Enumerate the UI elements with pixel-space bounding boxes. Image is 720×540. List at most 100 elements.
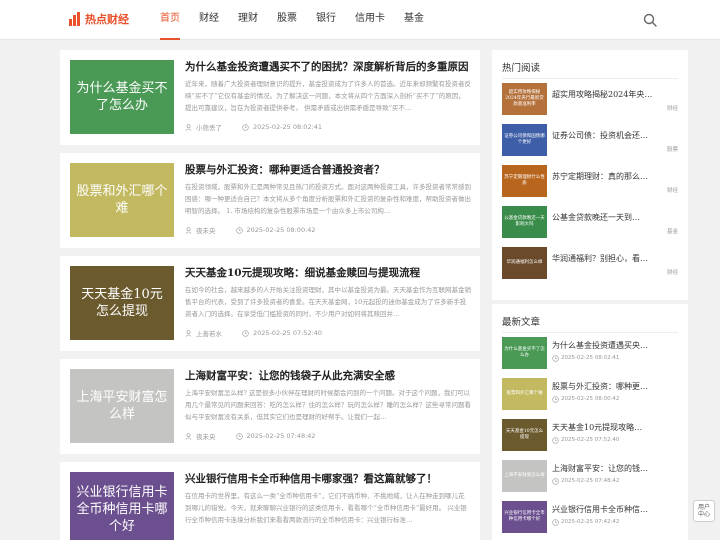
article-author[interactable]: 夜未央	[196, 431, 216, 441]
latest-article-thumbnail[interactable]: 上海平安财富怎么样	[502, 460, 547, 492]
latest-article-title[interactable]: 上海财富平安：让您的钱…	[552, 463, 678, 474]
article-author[interactable]: 上善若水	[196, 328, 222, 338]
date-text: 2025-02-25 07:42:42	[561, 519, 620, 525]
widget-title: 热门阅读	[502, 63, 541, 74]
article-title[interactable]: 兴业银行信用卡全币种信用卡哪家强？看这篇就够了！	[185, 471, 437, 486]
nav-item[interactable]: 财经	[199, 0, 219, 40]
latest-article-date: 2025-02-25 07:48:42	[552, 478, 620, 485]
hot-article-title[interactable]: 证券公司债：投资机会还…	[552, 130, 678, 141]
widget-title: 最新文章	[502, 317, 541, 328]
article-thumbnail[interactable]: 为什么基金买不了怎么办	[70, 60, 174, 134]
latest-article-thumbnail[interactable]: 股票和外汇哪个难	[502, 378, 547, 410]
user-icon	[185, 329, 192, 337]
nav-item[interactable]: 银行	[316, 0, 336, 40]
clock-icon	[552, 519, 559, 526]
user-icon	[185, 123, 192, 131]
latest-article-item[interactable]: 为什么基金买不了怎么办 为什么基金投资遭遇买央… 2025-02-25 08:02:…	[502, 337, 678, 369]
latest-article-title[interactable]: 兴业银行信用卡全币种信…	[552, 504, 678, 515]
date-text: 2025-02-25 07:52:40	[561, 437, 620, 443]
clock-icon	[235, 432, 243, 440]
article-excerpt: 在信用卡的世界里，有这么一类“全币种信用卡”，它们不挑币种、不挑地域，让人在种走…	[185, 492, 467, 524]
latest-article-thumbnail[interactable]: 天天基金10元怎么提现	[502, 419, 547, 451]
article-author[interactable]: 小熊丢了	[196, 122, 222, 132]
latest-article-title[interactable]: 股票与外汇投资：哪种更…	[552, 381, 678, 392]
latest-article-title[interactable]: 为什么基金投资遭遇买央…	[552, 340, 678, 351]
hot-article-category[interactable]: 基金	[667, 227, 678, 235]
clock-icon	[552, 437, 559, 444]
latest-article-date: 2025-02-25 08:00:42	[552, 396, 620, 403]
latest-article-date: 2025-02-25 07:52:40	[552, 437, 620, 444]
latest-article-item[interactable]: 天天基金10元怎么提现 天天基金10元提现攻略… 2025-02-25 07:52:…	[502, 419, 678, 451]
main-nav: 首页 财经 理财 股票 银行 信用卡 基金	[160, 0, 443, 40]
article-title[interactable]: 天天基金10元提现攻略：细说基金赎回与提现流程	[185, 265, 420, 280]
article-card[interactable]: 为什么基金买不了怎么办 为什么基金投资遭遇买不了的困扰？深度解析背后的多重原因 近年…	[60, 50, 480, 145]
article-date: 2025-02-25 07:48:42	[246, 432, 316, 440]
hot-article-title[interactable]: 超实用攻略揭秘2024年央…	[552, 89, 678, 100]
hot-article-item[interactable]: 苏宁定期理财什么性质 苏宁定期理财：真的那么… 财经	[502, 165, 678, 197]
article-card[interactable]: 兴业银行信用卡 全币种信用卡哪个好 兴业银行信用卡全币种信用卡哪家强？看这篇就够了…	[60, 462, 480, 540]
hot-article-category[interactable]: 股票	[667, 145, 678, 153]
article-title[interactable]: 为什么基金投资遭遇买不了的困扰？深度解析背后的多重原因	[185, 59, 469, 74]
hot-article-item[interactable]: 超实用攻略揭秘2024年央行最新贷款基准利率 超实用攻略揭秘2024年央… 财经	[502, 83, 678, 115]
latest-article-item[interactable]: 兴业银行信用卡全币种信用卡哪个好 兴业银行信用卡全币种信… 2025-02-25 0…	[502, 501, 678, 533]
hot-reading-widget: 热门阅读 超实用攻略揭秘2024年央行最新贷款基准利率 超实用攻略揭秘2024年央…	[492, 50, 688, 300]
article-meta: 小熊丢了 2025-02-25 08:02:41	[185, 122, 322, 132]
article-author[interactable]: 夜未央	[196, 225, 216, 235]
hot-article-title[interactable]: 公基金贷款晚还一天到…	[552, 212, 678, 223]
latest-article-item[interactable]: 股票和外汇哪个难 股票与外汇投资：哪种更… 2025-02-25 08:00:42	[502, 378, 678, 410]
hot-article-item[interactable]: 公基金贷款晚还一天影响大吗 公基金贷款晚还一天到… 基金	[502, 206, 678, 238]
latest-articles-widget: 最新文章 为什么基金买不了怎么办 为什么基金投资遭遇买央… 2025-02-25 0…	[492, 304, 688, 540]
hot-article-category[interactable]: 财经	[667, 104, 678, 112]
hot-article-category[interactable]: 财经	[667, 186, 678, 194]
article-title[interactable]: 股票与外汇投资：哪种更适合普通投资者？	[185, 162, 385, 177]
article-thumbnail[interactable]: 股票和外汇哪个难	[70, 163, 174, 237]
article-date: 2025-02-25 08:02:41	[253, 123, 323, 131]
clock-icon	[235, 226, 243, 234]
date-text: 2025-02-25 08:02:41	[561, 355, 620, 361]
site-logo[interactable]: 热点财经	[69, 11, 129, 27]
latest-article-date: 2025-02-25 08:02:41	[552, 355, 620, 362]
article-meta: 夜未央 2025-02-25 08:00:42	[185, 225, 316, 235]
hot-article-item[interactable]: 证券公司债和国债哪个更好 证券公司债：投资机会还… 股票	[502, 124, 678, 156]
article-thumbnail[interactable]: 兴业银行信用卡 全币种信用卡哪个好	[70, 472, 174, 540]
article-thumbnail[interactable]: 上海平安财富怎么样	[70, 369, 174, 443]
date-text: 2025-02-25 08:00:42	[561, 396, 620, 402]
latest-article-title[interactable]: 天天基金10元提现攻略…	[552, 422, 678, 433]
nav-item[interactable]: 理财	[238, 0, 258, 40]
article-excerpt: 上海平安财富怎么样? 这是很多小伙伴在理财的时候都会问到的一个问题。对于这个问题…	[185, 389, 471, 421]
hot-article-category[interactable]: 财经	[667, 268, 678, 276]
nav-item[interactable]: 股票	[277, 0, 297, 40]
latest-article-thumbnail[interactable]: 兴业银行信用卡全币种信用卡哪个好	[502, 501, 547, 533]
nav-item[interactable]: 基金	[404, 0, 424, 40]
clock-icon	[552, 396, 559, 403]
article-thumbnail[interactable]: 天天基金10元怎么提现	[70, 266, 174, 340]
hot-article-thumbnail[interactable]: 苏宁定期理财什么性质	[502, 165, 547, 197]
clock-icon	[242, 123, 249, 131]
hot-article-item[interactable]: 华润通福利怎么样 华润通福利？别担心，看… 财经	[502, 247, 678, 279]
hot-article-title[interactable]: 苏宁定期理财：真的那么…	[552, 171, 678, 182]
nav-item[interactable]: 信用卡	[355, 0, 385, 40]
nav-item[interactable]: 首页	[160, 0, 180, 40]
article-excerpt: 在如今的社会，越来越多的人开始关注投资理财，其中以基金投资为最。天天基金作为互联…	[185, 286, 471, 318]
hot-article-thumbnail[interactable]: 证券公司债和国债哪个更好	[502, 124, 547, 156]
latest-article-thumbnail[interactable]: 为什么基金买不了怎么办	[502, 337, 547, 369]
article-card[interactable]: 天天基金10元怎么提现 天天基金10元提现攻略：细说基金赎回与提现流程在如今的社会…	[60, 256, 480, 351]
hot-article-thumbnail[interactable]: 公基金贷款晚还一天影响大吗	[502, 206, 547, 238]
article-date: 2025-02-25 07:52:40	[253, 329, 323, 337]
article-card[interactable]: 股票和外汇哪个难 股票与外汇投资：哪种更适合普通投资者？ 在投资领域，股票和外汇是两…	[60, 153, 480, 248]
date-text: 2025-02-25 07:48:42	[561, 478, 620, 484]
logo-text: 热点财经	[85, 13, 129, 26]
user-center-button[interactable]: 用户 中心	[693, 500, 715, 522]
clock-icon	[242, 329, 249, 337]
article-title[interactable]: 上海财富平安：让您的钱袋子从此充满安全感	[185, 368, 395, 383]
hot-article-thumbnail[interactable]: 超实用攻略揭秘2024年央行最新贷款基准利率	[502, 83, 547, 115]
user-icon	[185, 432, 192, 440]
latest-article-item[interactable]: 上海平安财富怎么样 上海财富平安：让您的钱… 2025-02-25 07:48:42	[502, 460, 678, 492]
article-excerpt: 在投资领域，股票和外汇是两种常见且热门的投资方式。面对这两种投资工具，许多投资者…	[185, 183, 471, 215]
hot-article-thumbnail[interactable]: 华润通福利怎么样	[502, 247, 547, 279]
article-date: 2025-02-25 08:00:42	[246, 226, 316, 234]
search-icon[interactable]	[643, 13, 657, 27]
article-card[interactable]: 上海平安财富怎么样 上海财富平安：让您的钱袋子从此充满安全感上海平安财富怎么样? …	[60, 359, 480, 454]
hot-article-title[interactable]: 华润通福利？别担心，看…	[552, 253, 678, 264]
clock-icon	[552, 355, 559, 362]
